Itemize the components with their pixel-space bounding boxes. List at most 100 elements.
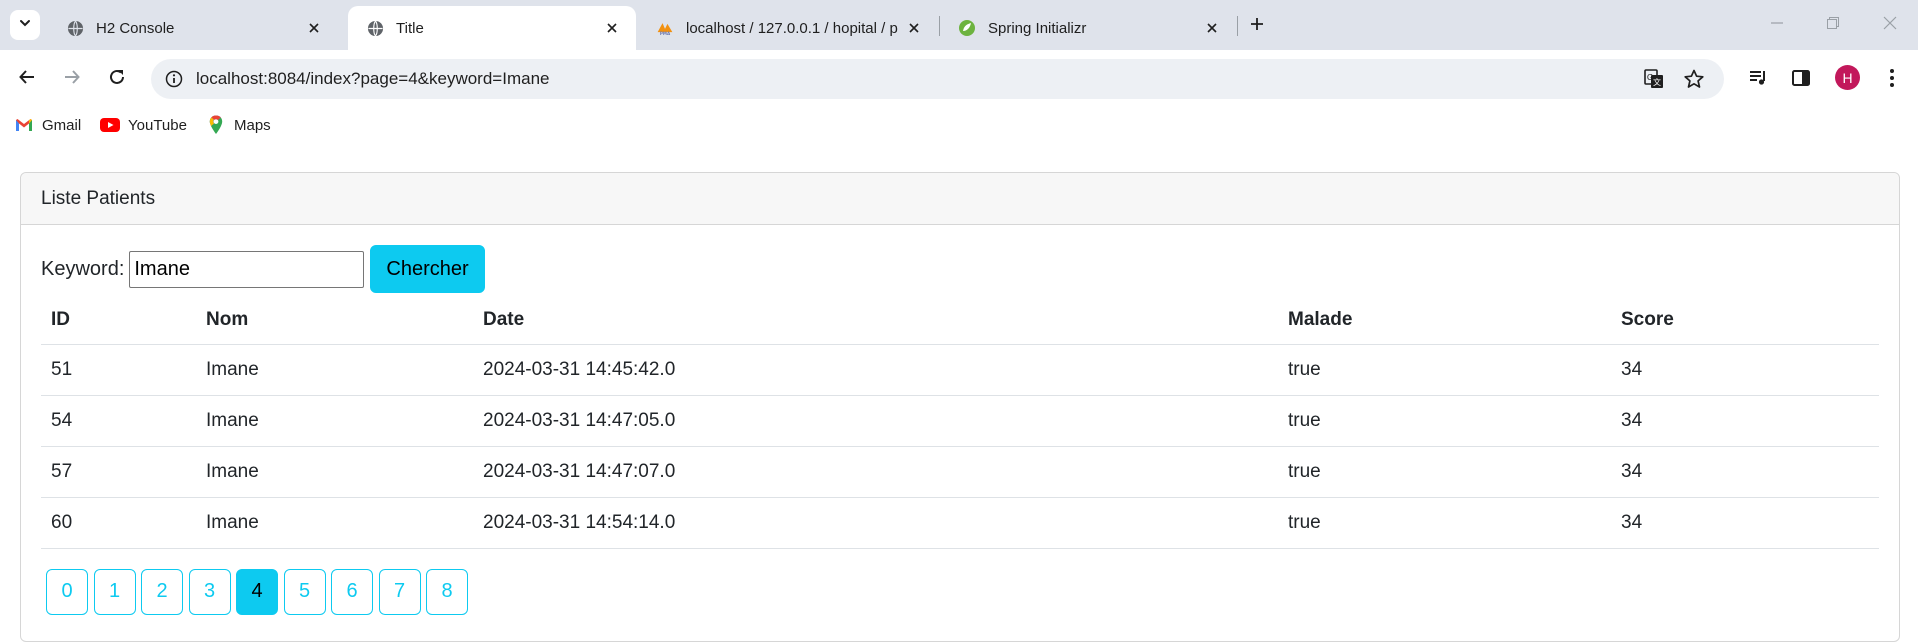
arrow-left-icon <box>18 68 36 91</box>
close-icon[interactable] <box>304 18 324 38</box>
translate-icon[interactable]: 文G <box>1642 67 1666 91</box>
page-link-7[interactable]: 7 <box>378 568 421 615</box>
cell-score: 34 <box>1611 344 1879 396</box>
page-link-1[interactable]: 1 <box>93 568 136 615</box>
tab-search-button[interactable] <box>10 10 40 40</box>
cell-date: 2024-03-31 14:47:07.0 <box>473 446 1278 498</box>
cell-nom: Imane <box>196 446 473 498</box>
column-header-date: Date <box>473 297 1278 345</box>
column-header-score: Score <box>1611 297 1879 345</box>
close-icon[interactable] <box>904 18 924 38</box>
table-row: 57 Imane 2024-03-31 14:47:07.0 true 34 <box>41 446 1879 498</box>
spring-icon <box>958 19 976 37</box>
globe-icon <box>66 19 84 37</box>
tab-separator <box>1237 16 1238 36</box>
restore-icon <box>1826 16 1840 35</box>
new-tab-button[interactable] <box>1243 12 1271 40</box>
url-text[interactable]: localhost:8084/index?page=4&keyword=Iman… <box>196 69 549 89</box>
close-window-button[interactable] <box>1875 10 1905 40</box>
cell-id: 60 <box>41 497 196 549</box>
back-button[interactable] <box>10 62 44 96</box>
close-icon[interactable] <box>602 18 622 38</box>
close-icon <box>1883 16 1897 35</box>
tab-label: localhost / 127.0.0.1 / hopital / p <box>686 19 898 37</box>
minimize-button[interactable] <box>1762 10 1792 40</box>
search-button[interactable]: Chercher <box>370 245 485 293</box>
bookmark-gmail[interactable]: Gmail <box>14 114 81 136</box>
side-panel-icon[interactable] <box>1787 64 1815 92</box>
cell-id: 51 <box>41 344 196 396</box>
browser-toolbar: localhost:8084/index?page=4&keyword=Iman… <box>0 50 1918 108</box>
patients-card: Liste Patients Keyword: Chercher ID Nom … <box>20 172 1900 642</box>
cell-date: 2024-03-31 14:45:42.0 <box>473 344 1278 396</box>
search-form: Keyword: Chercher <box>41 245 1879 293</box>
cell-malade: true <box>1278 344 1611 396</box>
tab-h2-console[interactable]: H2 Console <box>48 6 338 50</box>
patients-table: ID Nom Date Malade Score 51 Imane 2024-0… <box>41 297 1879 549</box>
maps-icon <box>206 115 226 135</box>
cell-nom: Imane <box>196 344 473 396</box>
menu-kebab-icon[interactable] <box>1878 64 1906 92</box>
svg-text:G: G <box>1647 73 1653 82</box>
tab-phpmyadmin[interactable]: PMA localhost / 127.0.0.1 / hopital / p <box>638 6 938 50</box>
cell-score: 34 <box>1611 446 1879 498</box>
bookmark-youtube[interactable]: YouTube <box>100 114 187 136</box>
globe-icon <box>366 19 384 37</box>
profile-initial: H <box>1842 69 1853 86</box>
bookmark-maps[interactable]: Maps <box>206 114 271 136</box>
page-link-6[interactable]: 6 <box>331 568 373 615</box>
tab-label: Title <box>396 19 424 37</box>
phpmyadmin-icon: PMA <box>656 19 674 37</box>
cell-nom: Imane <box>196 497 473 549</box>
table-row: 54 Imane 2024-03-31 14:47:05.0 true 34 <box>41 395 1879 447</box>
chevron-down-icon <box>18 16 32 35</box>
bookmark-label: Maps <box>234 116 271 134</box>
gmail-icon <box>14 115 34 135</box>
cell-score: 34 <box>1611 395 1879 447</box>
reload-icon <box>108 68 126 91</box>
bookmarks-bar: Gmail YouTube Maps <box>0 108 1918 142</box>
bookmark-star-icon[interactable] <box>1682 67 1706 91</box>
media-controls-icon[interactable] <box>1744 64 1772 92</box>
page-link-2[interactable]: 2 <box>141 568 183 615</box>
address-bar[interactable]: localhost:8084/index?page=4&keyword=Iman… <box>151 59 1724 99</box>
cell-malade: true <box>1278 497 1611 549</box>
page-link-3[interactable]: 3 <box>188 568 231 615</box>
tab-label: H2 Console <box>96 19 175 37</box>
pagination: 0 1 2 3 4 5 6 7 8 <box>41 568 1879 615</box>
page-content: Liste Patients Keyword: Chercher ID Nom … <box>0 142 1918 642</box>
info-icon[interactable] <box>163 68 185 90</box>
minimize-icon <box>1770 16 1784 35</box>
tab-label: Spring Initializr <box>988 19 1087 37</box>
keyword-label: Keyword: <box>41 257 125 280</box>
keyword-input[interactable] <box>129 250 365 288</box>
profile-avatar[interactable]: H <box>1835 65 1860 90</box>
tab-title[interactable]: Title <box>348 6 636 50</box>
forward-button[interactable] <box>55 62 89 96</box>
arrow-right-icon <box>63 68 81 91</box>
bookmark-label: Gmail <box>42 116 82 134</box>
reload-button[interactable] <box>100 62 134 96</box>
cell-date: 2024-03-31 14:54:14.0 <box>473 497 1278 549</box>
cell-date: 2024-03-31 14:47:05.0 <box>473 395 1278 447</box>
page-link-4[interactable]: 4 <box>236 568 278 615</box>
svg-text:文: 文 <box>1653 77 1661 87</box>
restore-button[interactable] <box>1818 10 1848 40</box>
page-link-0[interactable]: 0 <box>46 568 88 615</box>
tab-spring-initializr[interactable]: Spring Initializr <box>940 6 1236 50</box>
cell-score: 34 <box>1611 497 1879 549</box>
cell-id: 54 <box>41 395 196 447</box>
bookmark-label: YouTube <box>128 116 187 134</box>
card-title: Liste Patients <box>21 173 1899 225</box>
cell-malade: true <box>1278 395 1611 447</box>
page-link-8[interactable]: 8 <box>426 568 468 615</box>
cell-malade: true <box>1278 446 1611 498</box>
youtube-icon <box>100 115 120 135</box>
svg-text:PMA: PMA <box>660 31 671 36</box>
table-header-row: ID Nom Date Malade Score <box>41 297 1879 345</box>
cell-id: 57 <box>41 446 196 498</box>
close-icon[interactable] <box>1202 18 1222 38</box>
table-row: 51 Imane 2024-03-31 14:45:42.0 true 34 <box>41 344 1879 396</box>
page-link-5[interactable]: 5 <box>283 568 326 615</box>
tab-strip: H2 Console Title PMA localhost / 127.0.0… <box>0 0 1918 50</box>
